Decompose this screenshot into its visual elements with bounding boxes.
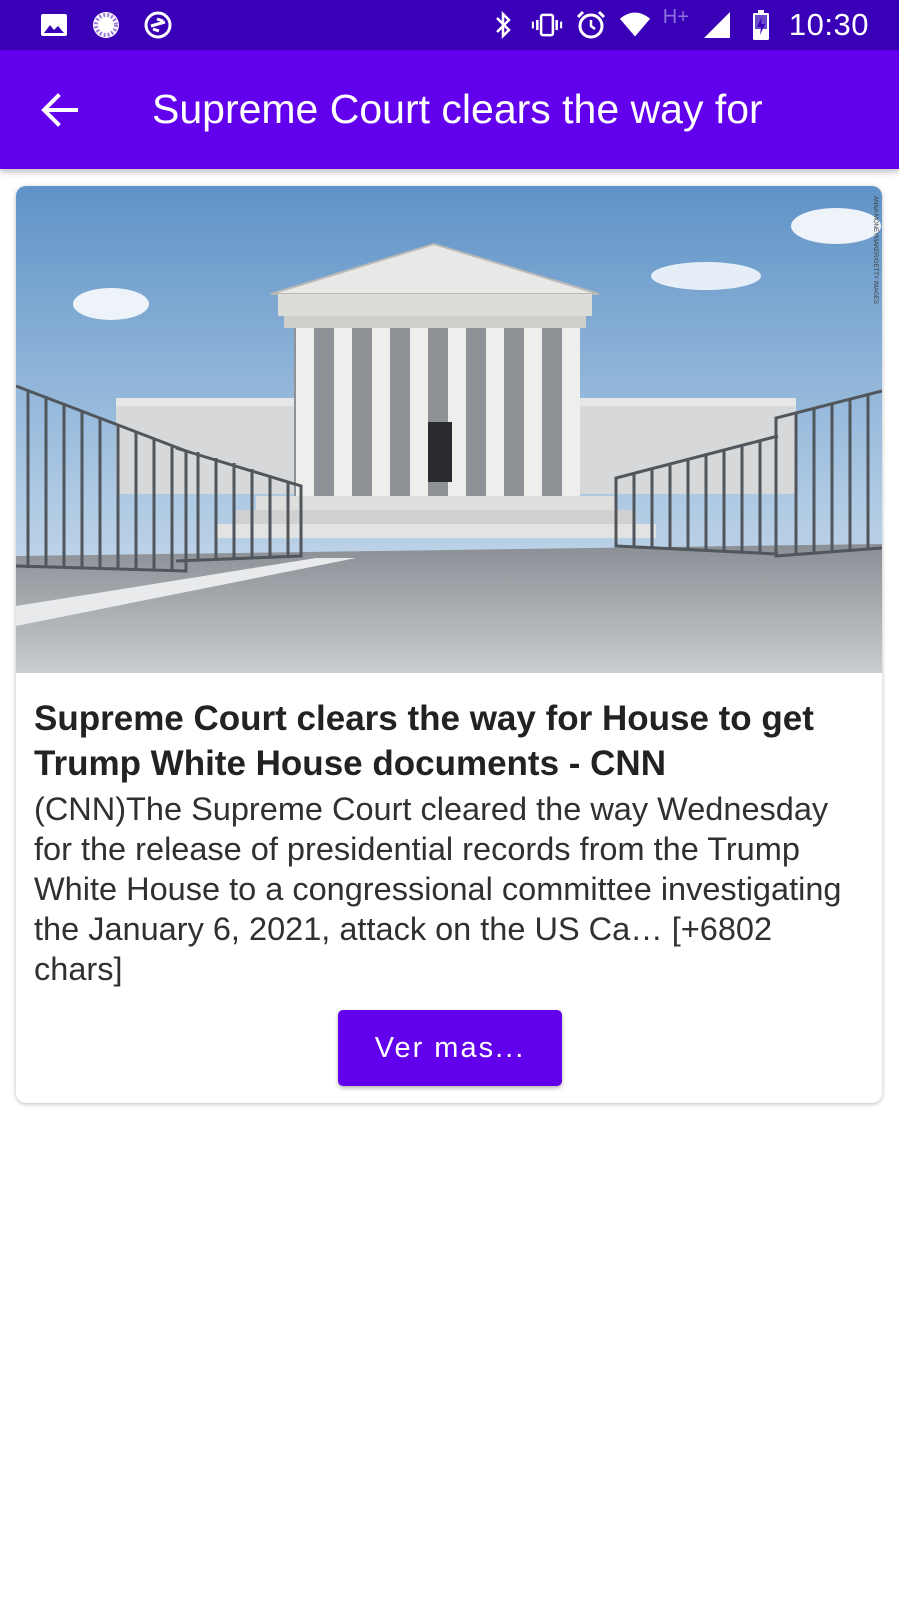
battery-charging-icon (745, 9, 777, 41)
vibrate-icon (531, 9, 563, 41)
bluetooth-icon (487, 9, 519, 41)
back-button[interactable] (28, 78, 92, 142)
alarm-icon (575, 9, 607, 41)
status-bar: H+ 10:30 (0, 0, 899, 50)
article-image[interactable]: ANNA MONEYMAKER/GETTY IMAGES (16, 186, 882, 673)
status-bar-left (38, 9, 174, 41)
app-bar-title: Supreme Court clears the way for (152, 86, 763, 132)
app-bar: Supreme Court clears the way for (0, 50, 899, 169)
image-icon (38, 9, 70, 41)
network-type-label: H+ (662, 5, 689, 28)
read-more-button[interactable]: Ver mas... (338, 1010, 562, 1086)
signal-icon (701, 9, 733, 41)
status-time: 10:30 (788, 7, 869, 42)
card-body: Supreme Court clears the way for House t… (34, 696, 864, 989)
loader-icon (90, 9, 122, 41)
wifi-icon (619, 9, 651, 41)
sync-icon (142, 9, 174, 41)
arrow-left-icon (41, 93, 78, 127)
news-card: ANNA MONEYMAKER/GETTY IMAGES Supreme Cou… (16, 186, 882, 1103)
image-credit: ANNA MONEYMAKER/GETTY IMAGES (872, 196, 878, 304)
status-bar-right: H+ 10:30 (487, 6, 869, 44)
article-description: (CNN)The Supreme Court cleared the way W… (34, 791, 842, 987)
article-title: Supreme Court clears the way for House t… (34, 699, 814, 783)
